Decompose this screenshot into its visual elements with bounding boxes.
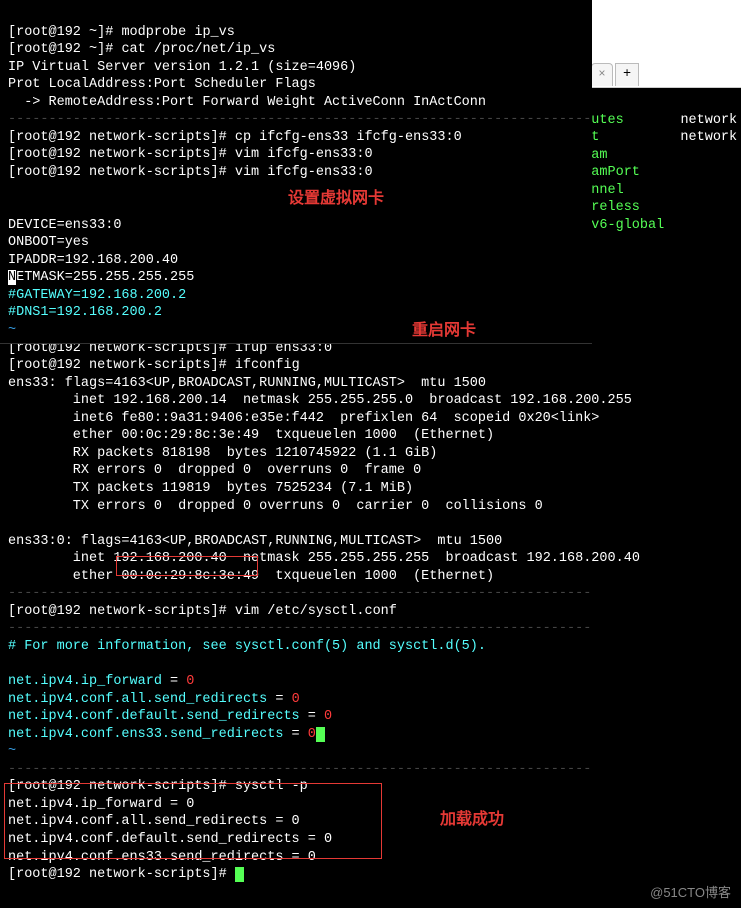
line: [root@192 network-scripts]# vim ifcfg-en… [8,165,373,180]
close-icon: × [598,67,605,83]
line: net.ipv4.conf.all.send_redirects = 0 [8,692,300,707]
cursor-icon [235,867,244,882]
line: #GATEWAY=192.168.200.2 [8,288,186,303]
line: # For more information, see sysctl.conf(… [8,639,486,654]
line [8,182,16,197]
separator: ----------------------------------------… [8,586,591,601]
line: RX packets 818198 bytes 1210745922 (1.1 … [8,446,437,461]
line: IP Virtual Server version 1.2.1 (size=40… [8,60,356,75]
line: [root@192 network-scripts]# ifconfig [8,358,300,373]
line: [root@192 ~]# cat /proc/net/ip_vs [8,42,275,57]
line: net.ipv4.conf.default.send_redirects = 0 [8,709,332,724]
line: [root@192 network-scripts]# [8,867,244,882]
line: net.ipv4.ip_forward = 0 [8,797,194,812]
tab-close-button[interactable]: × [591,63,613,86]
line: net.ipv4.ip_forward = 0 [8,674,194,689]
line: #DNS1=192.168.200.2 [8,305,162,320]
watermark: @51CTO博客 [650,885,731,902]
separator: ----------------------------------------… [8,112,591,127]
line: IPADDR=192.168.200.40 [8,253,178,268]
line: net.ipv4.conf.ens33.send_redirects = 0 [8,727,325,742]
terminal-overlay[interactable]: [root@192 ~]# modprobe ip_vs [root@192 ~… [0,0,592,344]
line: Prot LocalAddress:Port Scheduler Flags [8,77,316,92]
line [8,657,16,672]
cursor-icon [316,727,325,742]
line: ether 00:0c:29:8c:3e:49 txqueuelen 1000 … [8,428,494,443]
line: ~ [8,323,16,338]
separator: ----------------------------------------… [8,762,591,777]
line: inet 192.168.200.14 netmask 255.255.255.… [8,393,632,408]
line: net.ipv4.conf.default.send_redirects = 0 [8,832,332,847]
line: [root@192 network-scripts]# vim ifcfg-en… [8,147,373,162]
line: RX errors 0 dropped 0 overruns 0 frame 0 [8,463,421,478]
line: [root@192 ~]# modprobe ip_vs [8,25,235,40]
line: inet6 fe80::9a31:9406:e35e:f442 prefixle… [8,411,599,426]
line: net.ipv4.conf.ens33.send_redirects = 0 [8,850,316,865]
line: DEVICE=ens33:0 [8,218,121,233]
line: [root@192 network-scripts]# sysctl -p [8,779,308,794]
line: TX errors 0 dropped 0 overruns 0 carrier… [8,499,543,514]
line: ~ [8,744,16,759]
highlighted-ip: 192.168.200.40 [113,551,226,566]
line: ens33: flags=4163<UP,BROADCAST,RUNNING,M… [8,376,486,391]
line [8,516,16,531]
separator: ----------------------------------------… [8,621,591,636]
line: ens33:0: flags=4163<UP,BROADCAST,RUNNING… [8,534,502,549]
tab-add-button[interactable]: + [615,63,639,86]
line: ONBOOT=yes [8,235,89,250]
line: [root@192 network-scripts]# cp ifcfg-ens… [8,130,462,145]
line: -> RemoteAddress:Port Forward Weight Act… [8,95,486,110]
line: ether 00:0c:29:8c:3e:49 txqueuelen 1000 … [8,569,494,584]
line: [root@192 network-scripts]# vim /etc/sys… [8,604,397,619]
line [8,200,16,215]
line: TX packets 119819 bytes 7525234 (7.1 MiB… [8,481,413,496]
plus-icon: + [623,66,631,84]
line: inet 192.168.200.40 netmask 255.255.255.… [8,551,640,566]
line: net.ipv4.conf.all.send_redirects = 0 [8,814,300,829]
line: NETMASK=255.255.255.255 [8,270,194,285]
